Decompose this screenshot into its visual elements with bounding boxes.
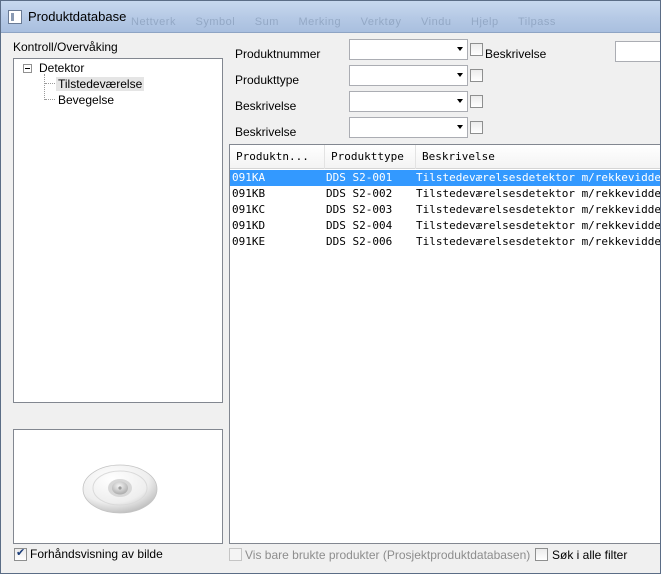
description2-label: Beskrivelse: [235, 125, 297, 139]
product-type-filter-checkbox[interactable]: [470, 69, 483, 82]
product-image-preview: [13, 429, 223, 544]
tree-node-tilstedevaerelse[interactable]: Tilstedeværelse: [56, 77, 145, 91]
cell-product-type: DDS S2-004: [326, 219, 393, 232]
cell-product-number: 091KD: [232, 219, 266, 232]
table-row[interactable]: 091KE DDS S2-006 Tilstedeværelsesdetekto…: [230, 234, 661, 250]
window-title: Produktdatabase: [28, 9, 127, 24]
collapse-icon[interactable]: [23, 64, 32, 73]
cell-product-number: 091KA: [232, 171, 266, 184]
used-products-only-checkbox[interactable]: [229, 548, 242, 561]
table-row[interactable]: 091KA DDS S2-001 Tilstedeværelsesdetekto…: [230, 170, 661, 186]
column-header-product-type[interactable]: Produkttype: [325, 145, 416, 169]
ghost-menu-item: Tilpass: [517, 16, 556, 28]
ghost-menu-item: Sum: [254, 16, 279, 28]
table-row[interactable]: 091KD DDS S2-004 Tilstedeværelsesdetekto…: [230, 218, 661, 234]
product-number-label: Produktnummer: [235, 47, 321, 61]
tree-connector: [45, 83, 55, 84]
cell-product-type: DDS S2-001: [326, 171, 393, 184]
ghost-menu-item: Nettverk: [131, 16, 176, 28]
cell-product-number: 091KC: [232, 203, 266, 216]
tree-node-bevegelse[interactable]: Bevegelse: [58, 93, 114, 107]
ghost-menu-item: Symbol: [195, 16, 236, 28]
title-bar[interactable]: Produktdatabase Nettverk Symbol Sum Merk…: [1, 1, 660, 33]
ghost-menu-item: Vindu: [421, 16, 452, 28]
description-combo[interactable]: [349, 91, 468, 112]
column-header-description[interactable]: Beskrivelse: [416, 145, 660, 169]
cell-product-number: 091KB: [232, 187, 266, 200]
dropdown-arrow-icon: [457, 125, 463, 129]
cell-product-type: DDS S2-006: [326, 235, 393, 248]
product-type-combo[interactable]: [349, 65, 468, 86]
column-header-product-number[interactable]: Produktn...: [230, 145, 325, 169]
table-row[interactable]: 091KC DDS S2-003 Tilstedeværelsesdetekto…: [230, 202, 661, 218]
cell-product-type: DDS S2-003: [326, 203, 393, 216]
background-menu-ghost: Nettverk Symbol Sum Merking Verktøy Vind…: [131, 16, 572, 28]
ghost-menu-item: Hjelp: [471, 16, 499, 28]
product-number-filter-checkbox[interactable]: [470, 43, 483, 56]
product-list-header: Produktn... Produkttype Beskrivelse: [230, 145, 660, 169]
cell-description: Tilstedeværelsesdetektor m/rekkevidde: [416, 203, 661, 216]
description-label: Beskrivelse: [235, 99, 297, 113]
category-tree[interactable]: Detektor Tilstedeværelse Bevegelse: [13, 58, 223, 403]
tree-connector: [45, 99, 55, 100]
used-products-only-label: Vis bare brukte produkter (Prosjektprodu…: [245, 548, 531, 562]
table-row[interactable]: 091KB DDS S2-002 Tilstedeværelsesdetekto…: [230, 186, 661, 202]
cell-description: Tilstedeværelsesdetektor m/rekkevidde: [416, 235, 661, 248]
cell-product-type: DDS S2-002: [326, 187, 393, 200]
tree-connector: [44, 74, 45, 100]
search-description-label: Beskrivelse: [485, 47, 547, 61]
dropdown-arrow-icon: [457, 99, 463, 103]
product-type-label: Produkttype: [235, 73, 300, 87]
ghost-menu-item: Verktøy: [360, 16, 402, 28]
presence-sensor-image: [82, 464, 158, 514]
search-all-filters-checkbox[interactable]: [535, 548, 548, 561]
cell-description: Tilstedeværelsesdetektor m/rekkevidde: [416, 187, 661, 200]
description-search-input[interactable]: [615, 41, 660, 62]
cell-product-number: 091KE: [232, 235, 266, 248]
window-icon: [8, 10, 22, 24]
tree-node-detektor[interactable]: Detektor: [39, 61, 84, 75]
cell-description: Tilstedeværelsesdetektor m/rekkevidde: [416, 219, 661, 232]
produktdatabase-window: Produktdatabase Nettverk Symbol Sum Merk…: [0, 0, 661, 574]
ghost-menu-item: Merking: [298, 16, 342, 28]
product-list[interactable]: Produktn... Produkttype Beskrivelse 091K…: [229, 144, 661, 544]
cell-description: Tilstedeværelsesdetektor m/rekkevidde: [416, 171, 661, 184]
description2-filter-checkbox[interactable]: [470, 121, 483, 134]
description2-combo[interactable]: [349, 117, 468, 138]
tree-group-label: Kontroll/Overvåking: [13, 40, 118, 54]
preview-image-checkbox[interactable]: [14, 546, 27, 561]
dropdown-arrow-icon: [457, 73, 463, 77]
product-number-combo[interactable]: [349, 39, 468, 60]
preview-image-label: Forhåndsvisning av bilde: [30, 547, 163, 561]
dropdown-arrow-icon: [457, 47, 463, 51]
search-all-filters-label: Søk i alle filter: [552, 548, 628, 562]
description-filter-checkbox[interactable]: [470, 95, 483, 108]
